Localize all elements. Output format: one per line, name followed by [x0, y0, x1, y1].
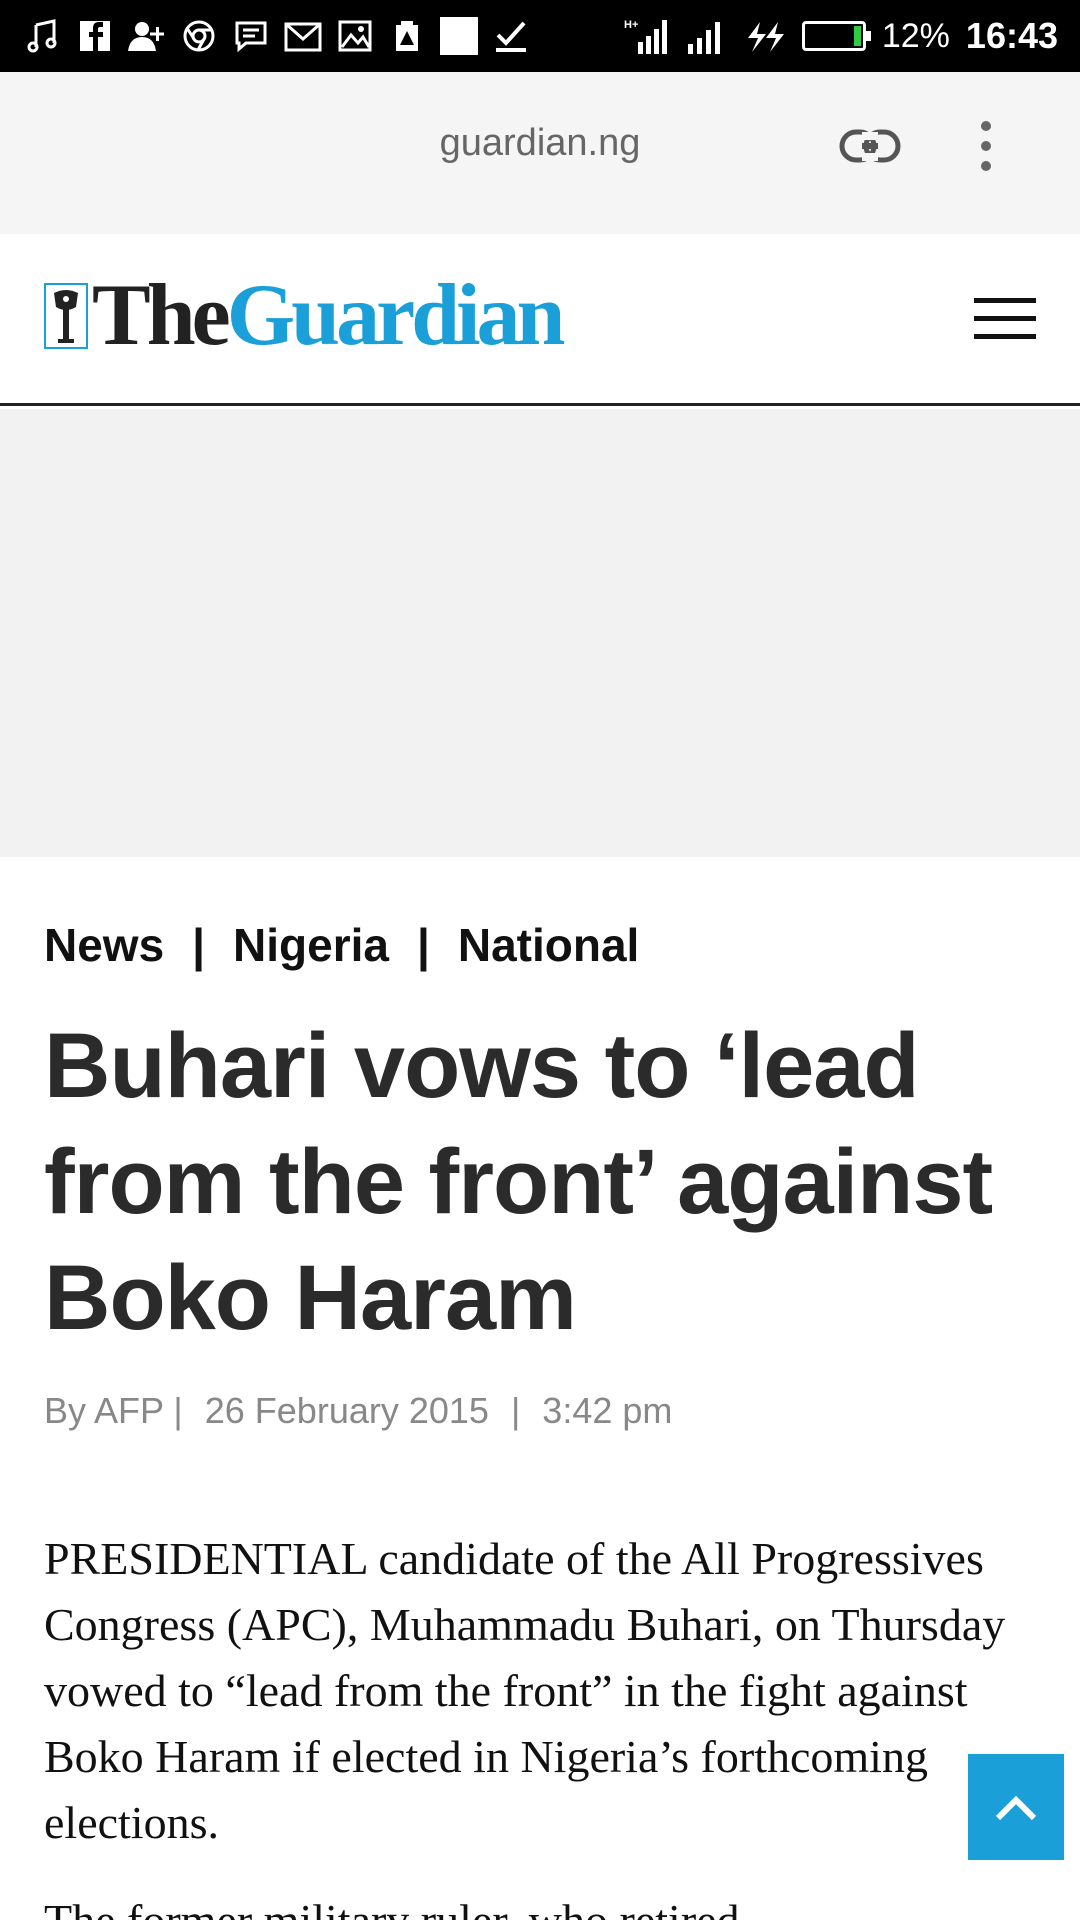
breadcrumb-national[interactable]: National [458, 918, 639, 972]
breadcrumb-separator: | [417, 919, 430, 971]
url-display[interactable]: guardian.ng [0, 122, 1080, 165]
blank-square-icon [440, 17, 478, 55]
browser-toolbar: guardian.ng [0, 72, 1080, 234]
facebook-icon [76, 17, 114, 55]
status-indicators: H+ 12% 16:43 [624, 0, 1058, 72]
more-vertical-icon[interactable] [968, 118, 1004, 174]
logo-emblem-icon [44, 283, 88, 349]
check-icon [492, 17, 530, 55]
byline-date: 26 February 2015 [204, 1390, 489, 1431]
byline-separator: | [510, 1390, 521, 1431]
chrome-icon [180, 17, 218, 55]
battery-icon [801, 21, 871, 51]
breadcrumb-news[interactable]: News [44, 918, 164, 972]
image-icon [336, 17, 374, 55]
add-user-icon [128, 17, 166, 55]
gmail-icon [284, 17, 322, 55]
alert-icon [388, 17, 426, 55]
battery-percent: 12% [881, 16, 950, 55]
article-paragraph: PRESIDENTIAL candidate of the All Progre… [44, 1533, 1006, 1848]
chevron-up-icon [995, 1795, 1037, 1821]
guardian-logo[interactable]: The Guardian [44, 267, 566, 364]
link-icon[interactable] [838, 124, 902, 168]
hamburger-icon[interactable] [974, 298, 1036, 340]
notification-icons [24, 14, 530, 58]
article-headline: Buhari vows to ‘lead from the front’ aga… [44, 1015, 993, 1349]
signal-bars-icon [686, 17, 726, 55]
scroll-to-top-button[interactable] [968, 1754, 1064, 1860]
site-header: The Guardian [0, 234, 1080, 406]
ad-placeholder [0, 409, 1080, 857]
breadcrumb-separator: | [192, 919, 206, 971]
charging-icon [742, 17, 786, 55]
signal-ht-icon: H+ [624, 17, 670, 55]
status-bar: H+ 12% 16:43 [0, 0, 1080, 72]
byline-time: 3:42 pm [542, 1390, 673, 1431]
breadcrumb: News | Nigeria | National [44, 918, 639, 972]
svg-text:H+: H+ [624, 19, 638, 31]
music-icon [24, 17, 62, 55]
article-byline: By AFP | 26 February 2015 | 3:42 pm [44, 1390, 672, 1432]
article-paragraph-second: The former military ruler, who retired [44, 1888, 1054, 1920]
message-icon [232, 17, 270, 55]
logo-text-guardian: Guardian [226, 267, 566, 364]
logo-text-the: The [92, 267, 231, 364]
clock: 16:43 [965, 15, 1058, 56]
byline-author[interactable]: By AFP | [44, 1390, 183, 1432]
breadcrumb-nigeria[interactable]: Nigeria [233, 918, 389, 972]
